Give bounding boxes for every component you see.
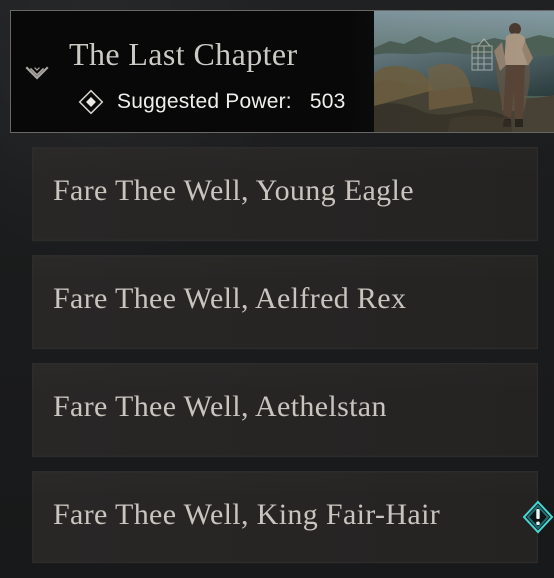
quest-item-young-eagle[interactable]: Fare Thee Well, Young Eagle	[32, 147, 538, 241]
suggested-power-row: Suggested Power: 503	[75, 89, 345, 115]
suggested-power-label: Suggested Power:	[117, 90, 292, 113]
quest-banner-illustration	[374, 11, 554, 132]
quest-item-king-fair-hair[interactable]: Fare Thee Well, King Fair-Hair	[32, 471, 538, 563]
quest-list: Fare Thee Well, Young Eagle Fare Thee We…	[32, 147, 538, 563]
quest-item-aethelstan[interactable]: Fare Thee Well, Aethelstan	[32, 363, 538, 457]
chevron-down-icon[interactable]	[25, 65, 49, 81]
quest-panel: The Last Chapter Suggested Power: 503 Fa…	[0, 0, 554, 578]
alert-icon[interactable]	[522, 500, 554, 534]
diamond-icon	[78, 89, 104, 115]
quest-item-label: Fare Thee Well, Young Eagle	[53, 174, 414, 207]
suggested-power-value: 503	[309, 90, 346, 113]
quest-item-label: Fare Thee Well, Aelfred Rex	[53, 282, 407, 315]
quest-item-label: Fare Thee Well, King Fair-Hair	[53, 498, 441, 531]
quest-item-label: Fare Thee Well, Aethelstan	[53, 390, 387, 423]
quest-header[interactable]: The Last Chapter Suggested Power: 503	[10, 10, 554, 133]
quest-item-aelfred-rex[interactable]: Fare Thee Well, Aelfred Rex	[32, 255, 538, 349]
quest-title: The Last Chapter	[69, 36, 298, 72]
